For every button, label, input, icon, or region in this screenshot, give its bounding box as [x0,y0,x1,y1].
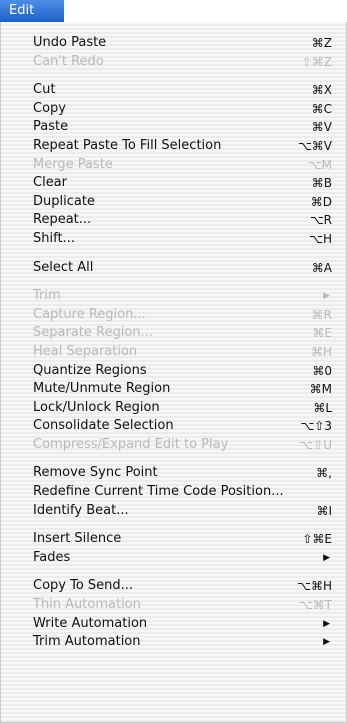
menu-item-label: Capture Region... [33,306,146,322]
submenu-arrow-icon: ▶ [323,618,330,629]
menu-item-label: Lock/Unlock Region [33,399,160,415]
menu-separator [1,520,346,530]
menu-item-label: Separate Region... [33,325,153,341]
menu-separator [1,277,346,287]
menu-item-merge-paste: Merge Paste ⌥M [1,156,346,175]
menu-item-label: Identify Beat... [33,502,129,518]
shortcut-label: ⌥⌘H [297,579,332,594]
submenu-arrow-icon: ▶ [323,552,330,563]
menu-item-undo-paste[interactable]: Undo Paste ⌘Z [1,34,346,53]
menu-item-trim: Trim ▶ [1,287,346,306]
shortcut-label: ⌘Z [311,36,332,50]
menu-item-label: Redefine Current Time Code Position... [33,484,284,500]
menu-item-label: Trim [33,288,61,304]
menu-item-redefine-current-time-code-position[interactable]: Redefine Current Time Code Position... [1,483,346,502]
shortcut-label: ⌘, [316,466,332,481]
menu-item-label: Copy [33,100,66,116]
menu-item-identify-beat[interactable]: Identify Beat... ⌘I [1,502,346,521]
menu-item-repeat-paste-to-fill-selection[interactable]: Repeat Paste To Fill Selection ⌥⌘V [1,137,346,156]
shortcut-label: ⌘H [310,344,332,359]
menu-item-fades[interactable]: Fades ▶ [1,549,346,568]
shortcut-label: ⌘V [311,120,332,135]
menu-item-label: Fades [33,549,71,565]
menu-item-remove-sync-point[interactable]: Remove Sync Point ⌘, [1,464,346,483]
shortcut-label: ⇧⌘E [302,532,332,547]
menu-item-label: Write Automation [33,615,148,631]
menu-item-select-all[interactable]: Select All ⌘A [1,259,346,278]
shortcut-label: ⌥M [307,157,332,172]
shortcut-label: ⌥R [309,213,332,228]
shortcut-label: ⌘C [311,101,332,116]
menu-item-label: Compress/Expand Edit to Play [33,436,229,452]
menu-item-label: Shift... [33,230,75,246]
menu-item-cant-redo: Can't Redo ⇧⌘Z [1,53,346,72]
menu-item-compress-expand-edit-to-play: Compress/Expand Edit to Play ⌥⇧U [1,436,346,455]
menu-item-separate-region: Separate Region... ⌘E [1,324,346,343]
shortcut-label: ⌘X [311,83,332,98]
shortcut-label: ⌘I [316,503,332,518]
submenu-arrow-icon: ▶ [323,291,330,302]
menu-item-label: Repeat Paste To Fill Selection [33,137,222,153]
menu-item-label: Paste [33,119,69,135]
menu-item-insert-silence[interactable]: Insert Silence ⇧⌘E [1,530,346,549]
menu-separator [1,454,346,464]
menu-item-label: Duplicate [33,193,95,209]
shortcut-label: ⌘R [311,307,332,322]
menu-item-capture-region: Capture Region... ⌘R [1,306,346,325]
submenu-arrow-icon: ▶ [323,637,330,648]
shortcut-label: ⌥H [309,231,332,246]
menu-item-cut[interactable]: Cut ⌘X [1,81,346,100]
menu-item-quantize-regions[interactable]: Quantize Regions ⌘0 [1,362,346,381]
menu-separator [1,567,346,577]
shortcut-label: ⌥⇧U [299,437,332,452]
shortcut-label: ⌘B [311,176,332,191]
shortcut-label: ⌘E [312,326,332,341]
shortcut-label: ⌥⌘T [298,598,332,613]
menu-bar: Edit [0,0,347,22]
menu-item-label: Merge Paste [33,156,113,172]
menu-item-label: Thin Automation [33,597,141,613]
menu-item-shift[interactable]: Shift... ⌥H [1,230,346,249]
menu-item-consolidate-selection[interactable]: Consolidate Selection ⌥⇧3 [1,417,346,436]
menu-item-lock-unlock-region[interactable]: Lock/Unlock Region ⌘L [1,399,346,418]
edit-menu: Undo Paste ⌘Z Can't Redo ⇧⌘Z Cut ⌘X Copy… [0,22,347,723]
menu-separator [1,71,346,81]
menu-item-label: Remove Sync Point [33,465,158,481]
menu-item-trim-automation[interactable]: Trim Automation ▶ [1,633,346,652]
menu-item-copy-to-send[interactable]: Copy To Send... ⌥⌘H [1,577,346,596]
menu-item-label: Heal Separation [33,343,138,359]
menu-item-write-automation[interactable]: Write Automation ▶ [1,615,346,634]
menu-item-label: Consolidate Selection [33,418,174,434]
shortcut-label: ⌘0 [312,363,332,378]
menu-item-paste[interactable]: Paste ⌘V [1,118,346,137]
menu-item-mute-unmute-region[interactable]: Mute/Unmute Region ⌘M [1,380,346,399]
menu-item-label: Select All [33,259,94,275]
menu-item-repeat[interactable]: Repeat... ⌥R [1,211,346,230]
menu-item-heal-separation: Heal Separation ⌘H [1,343,346,362]
menu-item-label: Undo Paste [33,35,107,50]
menu-item-thin-automation: Thin Automation ⌥⌘T [1,596,346,615]
shortcut-label: ⌥⇧3 [300,419,332,434]
shortcut-label: ⌘M [309,382,332,397]
shortcut-label: ⌥⌘V [297,138,332,153]
shortcut-label: ⇧⌘Z [301,54,332,69]
menu-item-label: Quantize Regions [33,362,147,378]
menu-item-label: Cut [33,82,56,98]
menu-item-duplicate[interactable]: Duplicate ⌘D [1,193,346,212]
menu-item-copy[interactable]: Copy ⌘C [1,100,346,119]
shortcut-label: ⌘L [313,400,332,415]
edit-menu-title[interactable]: Edit [0,0,64,22]
menu-item-label: Insert Silence [33,531,122,547]
menu-item-label: Trim Automation [33,634,141,650]
menu-separator [1,249,346,259]
menu-item-label: Clear [33,175,67,191]
shortcut-label: ⌘D [310,194,332,209]
menu-item-label: Mute/Unmute Region [33,381,171,397]
menu-item-label: Copy To Send... [33,578,134,594]
shortcut-label: ⌘A [311,260,332,275]
menu-item-label: Repeat... [33,212,92,228]
menu-item-clear[interactable]: Clear ⌘B [1,174,346,193]
menu-item-label: Can't Redo [33,53,104,69]
